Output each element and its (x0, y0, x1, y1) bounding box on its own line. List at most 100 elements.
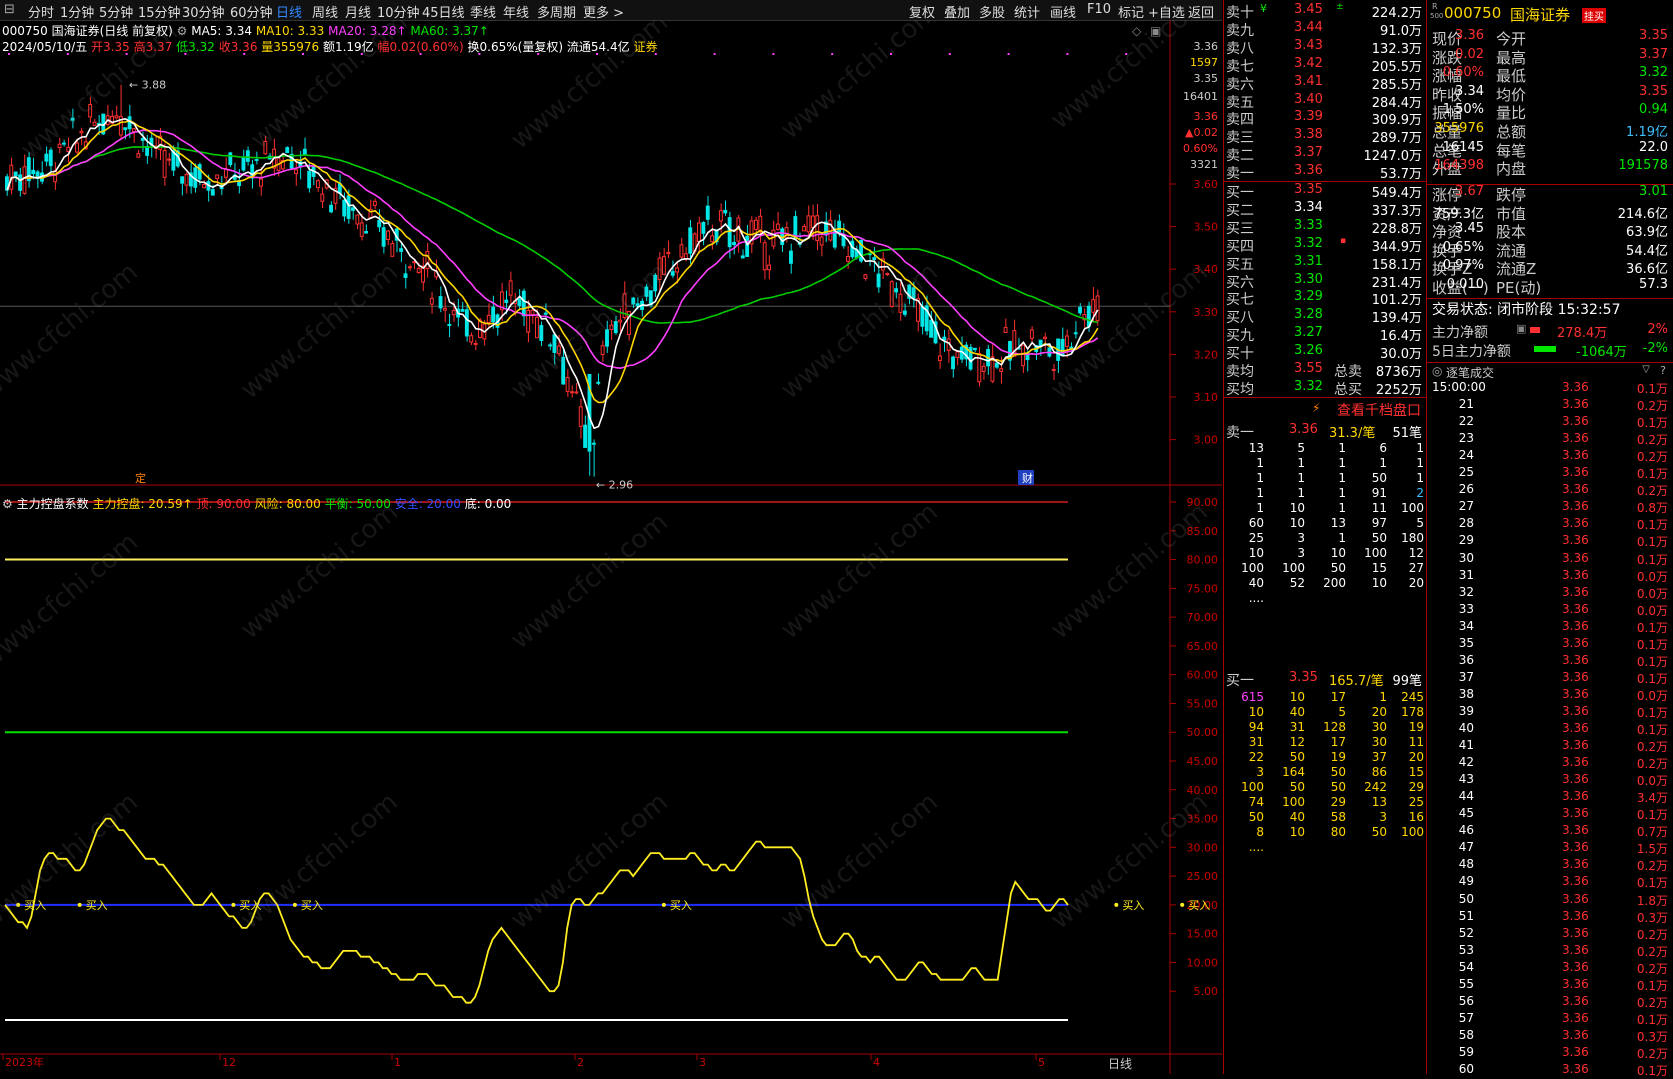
price-tick-label: 3.30 (1194, 306, 1219, 319)
tick-help-icon[interactable]: ? (1660, 364, 1666, 377)
ask-price: 3.38 (1294, 127, 1323, 143)
sell-queue-cell: 1 (1338, 501, 1346, 515)
tick-time: 56 (1458, 993, 1474, 1008)
ask-price: 3.45 (1294, 2, 1323, 17)
buy-queue-cell: 10 (1289, 690, 1305, 704)
sell-queue-cell: 11 (1371, 501, 1387, 515)
period-13[interactable]: 多周期 (537, 2, 576, 21)
tick-volume: 0.0万 (1636, 688, 1668, 703)
candle (508, 280, 513, 296)
tick-volume: 3.4万 (1636, 791, 1668, 806)
candle (399, 248, 404, 252)
tick-time: 32 (1458, 584, 1474, 599)
buy-queue-cell: 86 (1371, 765, 1387, 779)
tick-time: 25 (1458, 465, 1474, 480)
period-3[interactable]: 15分钟 (138, 2, 181, 21)
price-tag: 3.35 (1194, 72, 1219, 85)
period-14[interactable]: 更多 > (583, 2, 624, 21)
ask-volume: 1247.0万 (1363, 149, 1423, 165)
indicator-risk: 风险: 80.00 (254, 497, 321, 511)
action-6[interactable]: 标记 (1118, 2, 1144, 21)
settings-icon[interactable]: ⚙ (177, 24, 188, 38)
indicator-tick-label: 10.00 (1187, 956, 1219, 969)
period-12[interactable]: 年线 (503, 2, 529, 21)
period-6[interactable]: 日线 (276, 2, 302, 21)
chart-area[interactable]: 3.60 3.50 3.40 3.30 3.20 3.10 3.00 3.36 1597 3.35… (0, 20, 1222, 1074)
tick-price: 3.36 (1562, 755, 1589, 770)
period-0[interactable]: 分时 (28, 2, 54, 21)
indicator-settings-icon[interactable]: ⚙ (2, 497, 13, 511)
hang-buy-tag[interactable]: 挂买 (1582, 8, 1606, 23)
period-5[interactable]: 60分钟 (230, 2, 273, 21)
action-5[interactable]: F10 (1087, 2, 1111, 17)
tick-time: 53 (1458, 942, 1474, 957)
buy-queue-cell: 16 (1408, 810, 1424, 824)
indicator-balance: 平衡: 50.00 (324, 497, 391, 511)
action-2[interactable]: 多股 (979, 2, 1005, 21)
restore-window-icon[interactable]: ▣ (1150, 24, 1161, 38)
tick-volume: 0.2万 (1636, 450, 1668, 465)
buy-dot (1180, 902, 1185, 907)
action-1[interactable]: 叠加 (944, 2, 970, 21)
buy-queue-cell: 50 (1371, 825, 1387, 839)
main-net-icon[interactable]: ▣ (1516, 322, 1526, 335)
action-8[interactable]: 返回 (1188, 2, 1214, 21)
candle (377, 219, 382, 228)
menu-icon[interactable]: ⊟ (4, 2, 15, 17)
tick-volume: 0.2万 (1636, 961, 1668, 976)
tick-volume: 0.1万 (1636, 518, 1668, 533)
period-11[interactable]: 季线 (470, 2, 496, 21)
tick-price: 3.36 (1562, 789, 1589, 804)
action-4[interactable]: 画线 (1050, 2, 1076, 21)
candle (351, 207, 355, 211)
main-net-bar (1530, 327, 1540, 333)
period-9[interactable]: 10分钟 (377, 2, 420, 21)
tick-price: 3.36 (1562, 533, 1589, 548)
action-7[interactable]: +自选 (1148, 2, 1185, 21)
buy-queue-cell: 12 (1289, 735, 1305, 749)
tick-time: 24 (1458, 448, 1474, 463)
diamond-icon[interactable]: ◇ (1132, 24, 1141, 38)
period-2[interactable]: 5分钟 (99, 2, 133, 21)
sell-one-label: 卖一 (1226, 425, 1254, 441)
buy-queue-cell: 100 (1401, 825, 1424, 839)
bid-avg-label: 买均 (1226, 382, 1254, 398)
candle (885, 273, 890, 276)
action-3[interactable]: 统计 (1014, 2, 1040, 21)
kline-chart[interactable]: 3.603.503.403.303.203.103.003.3615973.35… (0, 20, 1222, 1074)
buy-queue-cell: 11 (1408, 735, 1424, 749)
candle (416, 268, 421, 274)
action-0[interactable]: 复权 (909, 2, 935, 21)
view-1000-levels-button[interactable]: 查看千档盘口 (1337, 400, 1421, 420)
quote2-value: 3.45 (1455, 221, 1484, 237)
candle (565, 377, 570, 392)
total-buy-value: 2252万 (1375, 383, 1422, 398)
sell-queue-cell: 1 (1416, 456, 1424, 470)
sell-queue-cell: 10 (1371, 576, 1387, 590)
candle (526, 309, 531, 333)
buy-queue-cell: 37 (1371, 750, 1387, 764)
period-4[interactable]: 30分钟 (182, 2, 225, 21)
tick-filter-icon[interactable]: ▽ (1642, 364, 1650, 375)
candle (701, 222, 706, 234)
buy-queue-cell: 50 (1289, 750, 1305, 764)
period-8[interactable]: 月线 (345, 2, 371, 21)
candle (929, 319, 934, 338)
buy-dot (231, 902, 236, 907)
period-7[interactable]: 周线 (312, 2, 338, 21)
price-tick-label: 3.20 (1194, 348, 1219, 361)
bar-sector: 证券 (633, 40, 658, 54)
period-1[interactable]: 1分钟 (60, 2, 94, 21)
ding-marker[interactable]: 定 (135, 471, 146, 485)
candle (1051, 368, 1056, 371)
tick-top-divider (1427, 362, 1673, 363)
tick-price: 3.36 (1562, 857, 1589, 872)
candle (180, 176, 185, 184)
sell-queue-cell: 60 (1248, 516, 1264, 530)
candle (521, 290, 526, 317)
candle (1069, 346, 1074, 349)
candle (955, 351, 960, 358)
candle (132, 128, 136, 133)
tick-price: 3.36 (1562, 584, 1589, 599)
period-10[interactable]: 45日线 (422, 2, 465, 21)
